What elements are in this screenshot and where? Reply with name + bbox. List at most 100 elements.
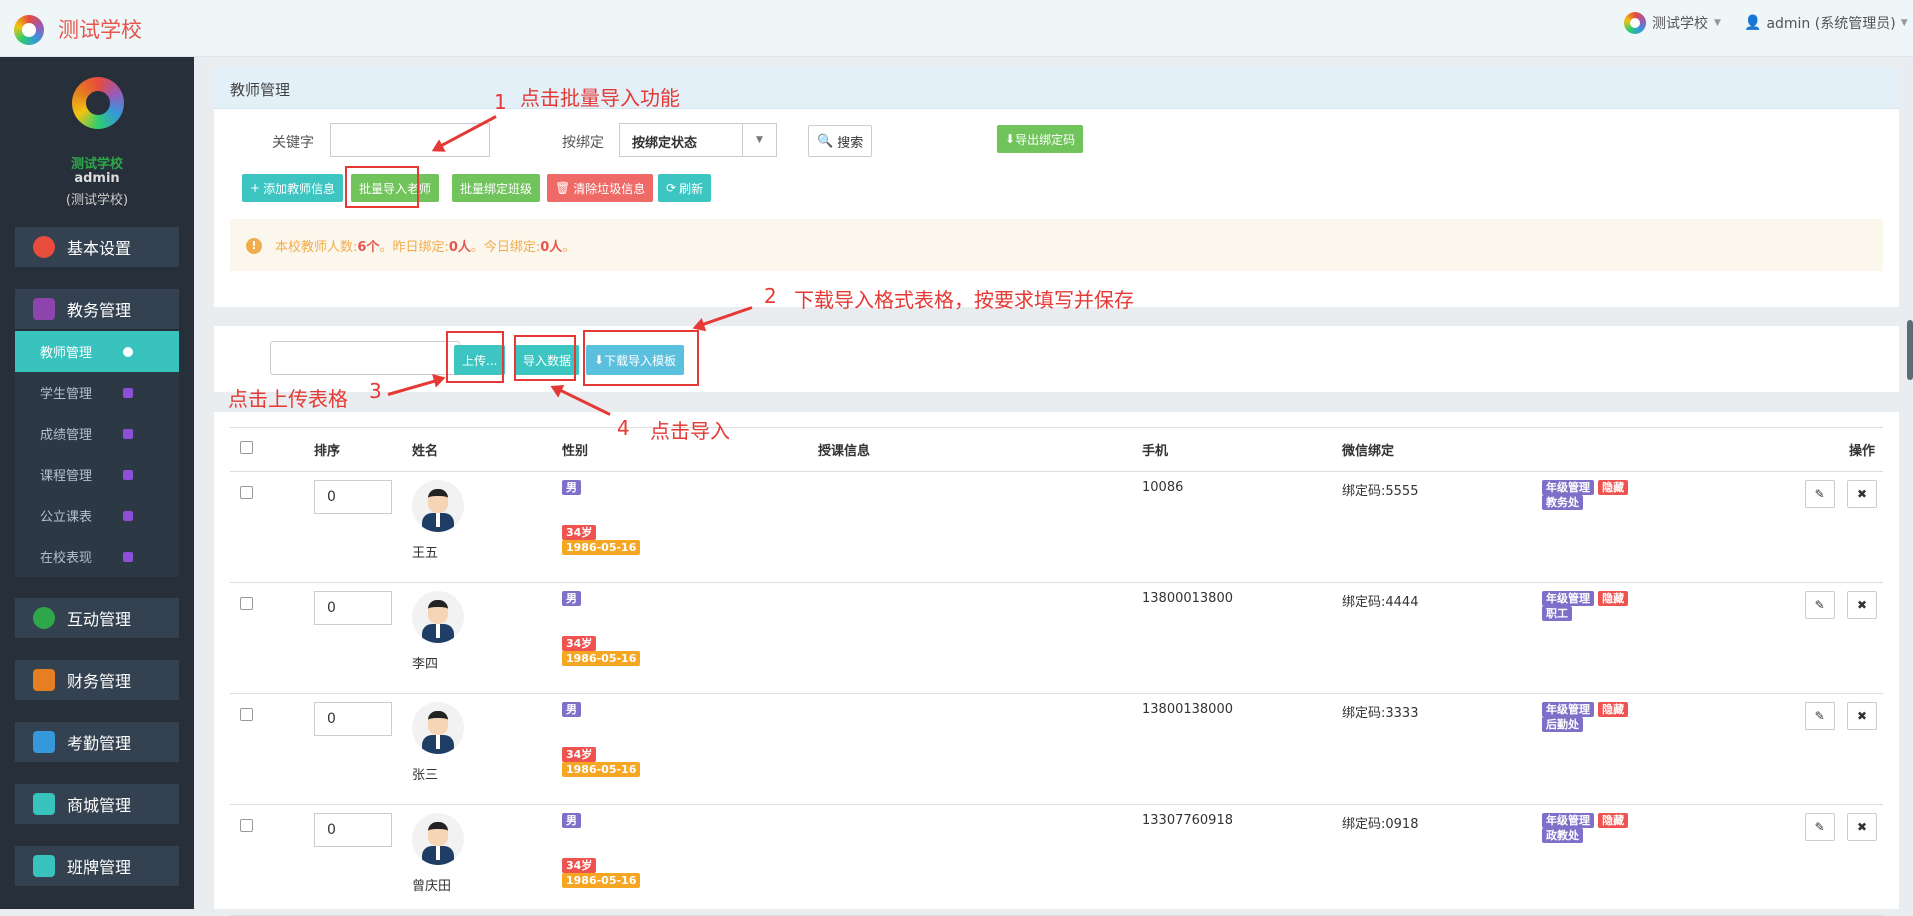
birth-tag: 1986-05-16: [562, 651, 641, 666]
row-checkbox[interactable]: [240, 819, 253, 832]
row-checkbox[interactable]: [240, 597, 253, 610]
birth-tag: 1986-05-16: [562, 762, 641, 777]
export-bindcode-button[interactable]: ⬇ 导出绑定码: [997, 125, 1084, 153]
annotation-box-upload: [446, 331, 504, 383]
trophy-icon: [123, 551, 133, 562]
user-menu[interactable]: 👤 admin (系统管理员) ▼: [1744, 13, 1908, 33]
row-checkbox[interactable]: [240, 486, 253, 499]
school-avatar-icon: [1624, 12, 1646, 34]
edit-button[interactable]: ✎: [1804, 591, 1835, 619]
annotation-arrow-2: [699, 306, 753, 327]
teacher-panel: 教师管理 关键字 按绑定 按绑定状态 ▼ 🔍 搜索 ⬇ 导出绑定码 + 添加教师信息 批…: [214, 67, 1899, 307]
bindcode-cell: 绑定码:4444: [1336, 582, 1536, 694]
sidebar-role: (测试学校): [65, 193, 129, 208]
clear-junk-button[interactable]: 🗑 清除垃圾信息: [547, 174, 654, 202]
bindcode-cell: 绑定码:5555: [1336, 471, 1536, 583]
school-switcher[interactable]: 测试学校 ▼: [1624, 12, 1721, 34]
annotation-box-download: [583, 330, 699, 386]
annotation-step-1-text: 点击批量导入功能: [520, 86, 680, 110]
warning-icon: !: [246, 238, 262, 254]
wechat-icon: [33, 607, 55, 629]
menu-classboard[interactable]: 班牌管理: [15, 846, 179, 886]
order-input[interactable]: 0: [314, 813, 392, 847]
teaching-info: [812, 693, 1136, 805]
menu-interaction[interactable]: 互动管理: [15, 598, 179, 638]
refresh-button[interactable]: ⟳ 刷新: [658, 174, 712, 202]
order-input[interactable]: 0: [314, 480, 392, 514]
role-tag: 年级管理: [1542, 591, 1594, 606]
delete-button[interactable]: ✖: [1847, 813, 1877, 841]
gender-tag: 男: [562, 813, 581, 828]
menu-academic[interactable]: 教务管理: [15, 289, 179, 329]
menu-mall[interactable]: 商城管理: [15, 784, 179, 824]
header-actions: 操作: [1779, 427, 1883, 472]
bindcode-cell: 绑定码:0918: [1336, 804, 1536, 916]
search-button[interactable]: 🔍 搜索: [808, 125, 873, 157]
pencil-icon: ✎: [1814, 487, 1825, 501]
file-path-input[interactable]: [270, 341, 460, 375]
edit-button[interactable]: ✎: [1804, 813, 1835, 841]
scrollbar[interactable]: [1907, 320, 1913, 380]
age-tag: 34岁: [562, 525, 597, 540]
annotation-step-2-text: 下载导入格式表格，按要求填写并保存: [794, 288, 1134, 312]
sub-score[interactable]: 成绩管理: [15, 413, 179, 454]
header-wechat: 微信绑定: [1336, 427, 1536, 472]
trash-icon: 🗑: [555, 181, 571, 195]
role-tag: 年级管理: [1542, 702, 1594, 717]
sub-timetable[interactable]: 公立课表: [15, 495, 179, 536]
menu-basic[interactable]: 基本设置: [15, 227, 179, 267]
school-logo-icon: [14, 15, 44, 45]
cart-icon: [33, 793, 55, 815]
bindcode-cell: 绑定码:3333: [1336, 693, 1536, 805]
sub-course[interactable]: 课程管理: [15, 454, 179, 495]
header-phone: 手机: [1136, 427, 1336, 472]
teaching-info: [812, 582, 1136, 694]
order-input[interactable]: 0: [314, 591, 392, 625]
batch-bind-class-button[interactable]: 批量绑定班级: [452, 174, 541, 202]
table-header-row: 排序 姓名 性别 授课信息 手机 微信绑定 操作: [230, 427, 1883, 472]
keyword-input[interactable]: [330, 123, 490, 157]
add-teacher-button[interactable]: + 添加教师信息: [242, 174, 344, 202]
delete-button[interactable]: ✖: [1847, 591, 1877, 619]
chevron-down-icon: ▼: [1714, 18, 1721, 28]
age-tag: 34岁: [562, 747, 597, 762]
table-row: 0 曾庆田 男 34岁 1986-05-16 13307760918 绑定码:091…: [230, 804, 1883, 916]
annotation-step-2-number: 2: [764, 284, 777, 308]
pencil-icon: ✎: [1814, 709, 1825, 723]
sidebar: 测试学校 admin (测试学校) 基本设置 教务管理 教师管理 学生管理 成绩…: [0, 57, 194, 909]
role-tag: 年级管理: [1542, 813, 1594, 828]
edit-button[interactable]: ✎: [1804, 702, 1835, 730]
select-all-checkbox[interactable]: [240, 441, 253, 454]
keyword-label: 关键字: [272, 135, 314, 151]
book-icon: [123, 428, 133, 439]
annotation-box-import: [514, 335, 576, 381]
sub-teacher[interactable]: 教师管理: [15, 331, 179, 372]
sub-performance[interactable]: 在校表现: [15, 536, 179, 577]
dept-tag: 职工: [1542, 606, 1572, 621]
gear-icon: [33, 236, 55, 258]
user-icon: [123, 346, 133, 357]
dept-tag: 教务处: [1542, 495, 1583, 510]
delete-button[interactable]: ✖: [1847, 702, 1877, 730]
sub-student[interactable]: 学生管理: [15, 372, 179, 413]
delete-button[interactable]: ✖: [1847, 480, 1877, 508]
users-icon: [123, 387, 133, 398]
birth-tag: 1986-05-16: [562, 540, 641, 555]
refresh-icon: ⟳: [666, 181, 677, 195]
sidebar-logo-icon: [72, 77, 124, 129]
menu-attendance[interactable]: 考勤管理: [15, 722, 179, 762]
bind-status-select[interactable]: 按绑定状态 ▼: [619, 123, 777, 157]
dept-tag: 政教处: [1542, 828, 1583, 843]
user-icon: 👤: [1744, 15, 1762, 31]
menu-finance[interactable]: 财务管理: [15, 660, 179, 700]
download-icon: ⬇: [1005, 132, 1016, 146]
table-row: 0 张三 男 34岁 1986-05-16 13800138000 绑定码:3333…: [230, 693, 1883, 805]
pencil-icon: ✎: [1814, 598, 1825, 612]
gender-tag: 男: [562, 480, 581, 495]
header-tags: [1536, 427, 1779, 472]
order-input[interactable]: 0: [314, 702, 392, 736]
age-tag: 34岁: [562, 636, 597, 651]
row-checkbox[interactable]: [240, 708, 253, 721]
edit-button[interactable]: ✎: [1804, 480, 1835, 508]
search-icon: 🔍: [817, 133, 834, 149]
